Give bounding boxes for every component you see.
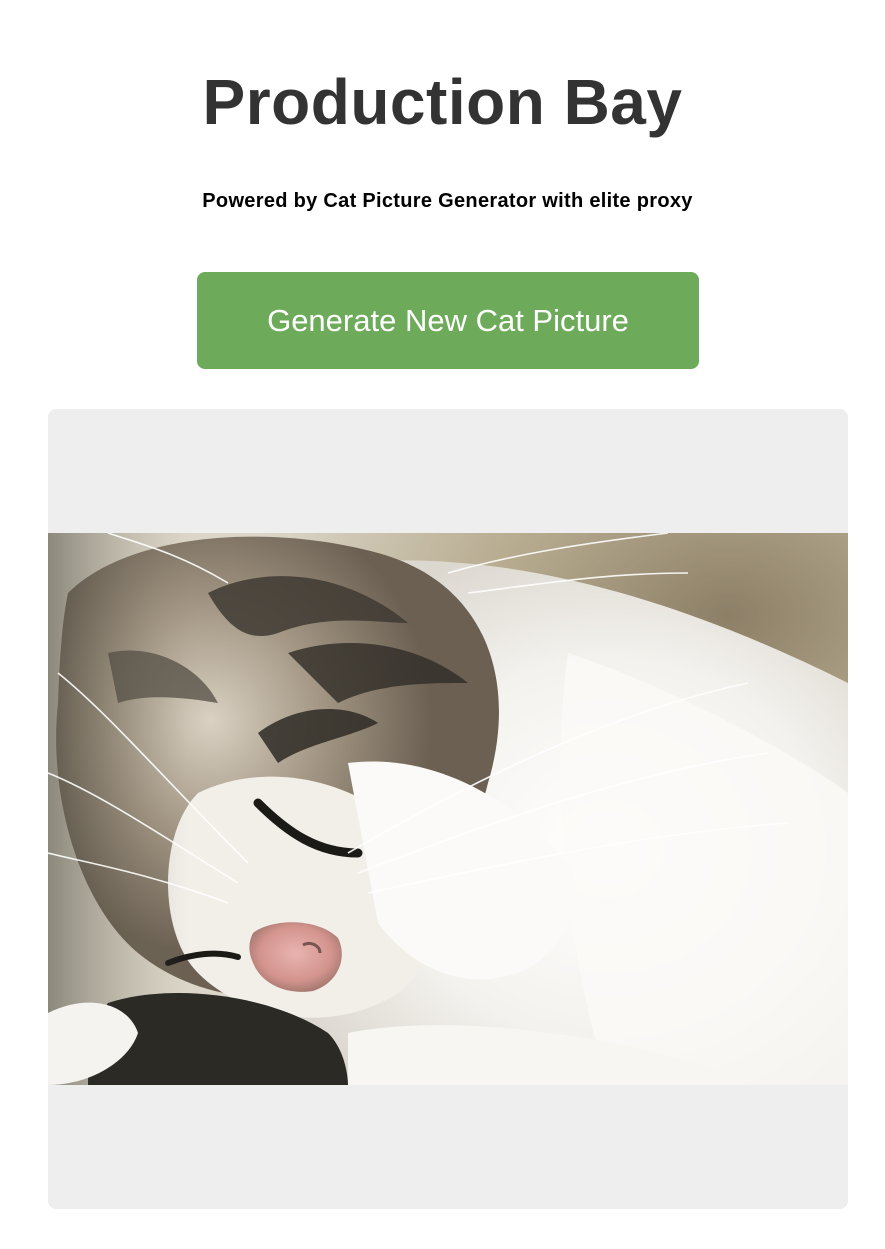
cat-image-panel (48, 409, 848, 1209)
cat-photo (48, 533, 848, 1085)
page-subtitle: Powered by Cat Picture Generator with el… (202, 190, 693, 212)
generate-cat-picture-button[interactable]: Generate New Cat Picture (197, 272, 699, 369)
page-title: Production Bay (202, 66, 683, 138)
